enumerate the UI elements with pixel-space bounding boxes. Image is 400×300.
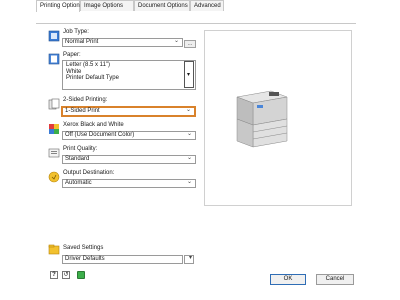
saved-settings-dropdown-button[interactable]: ▾	[184, 255, 194, 264]
help-icon[interactable]: ?	[50, 271, 58, 279]
output-destination-select[interactable]: Automatic ⌄	[62, 179, 196, 188]
chevron-down-icon: ⌄	[186, 155, 192, 161]
chevron-down-icon: ⌄	[186, 131, 192, 137]
ok-button[interactable]: OK	[270, 274, 306, 285]
two-sided-label: 2-Sided Printing:	[63, 97, 108, 103]
output-icon	[48, 171, 60, 183]
saved-settings-select[interactable]: Driver Defaults	[62, 255, 183, 264]
job-type-value: Normal Print	[65, 39, 99, 45]
saved-settings-icon	[48, 244, 60, 255]
job-type-more-button[interactable]: ...	[184, 40, 196, 48]
paper-dropdown-button[interactable]: ▾	[184, 61, 194, 88]
cancel-button[interactable]: Cancel	[316, 274, 354, 285]
print-quality-select[interactable]: Standard ⌄	[62, 155, 196, 164]
chevron-down-icon: ▾	[188, 255, 192, 261]
tab-advanced[interactable]: Advanced	[190, 0, 224, 11]
color-mode-select[interactable]: Off (Use Document Color) ⌄	[62, 131, 196, 140]
paper-type-text: Printer Default Type	[66, 75, 119, 81]
job-type-label: Job Type:	[63, 29, 89, 35]
print-quality-value: Standard	[65, 156, 90, 162]
two-sided-value: 1-Sided Print	[65, 108, 100, 114]
paper-summary-box[interactable]: Letter (8.5 x 11") White Printer Default…	[62, 60, 196, 90]
paper-label: Paper:	[63, 52, 81, 58]
color-icon	[49, 124, 59, 134]
saved-settings-label: Saved Settings	[63, 245, 104, 251]
two-sided-icon	[48, 98, 60, 110]
tab-panel-border	[36, 23, 356, 24]
tab-document-options[interactable]: Document Options	[134, 0, 190, 11]
job-type-select[interactable]: Normal Print ⌄	[62, 38, 183, 47]
printer-preview-panel	[204, 30, 352, 206]
printer-image	[236, 90, 288, 148]
paper-icon	[48, 53, 60, 65]
quality-icon	[48, 148, 60, 158]
tab-printing-options[interactable]: Printing Options	[36, 0, 83, 12]
job-type-icon	[48, 30, 60, 42]
output-destination-label: Output Destination:	[63, 170, 115, 176]
saved-settings-value: Driver Defaults	[65, 256, 105, 262]
reset-icon[interactable]: ↺	[62, 271, 70, 279]
chevron-down-icon: ⌄	[185, 107, 191, 113]
tab-image-options[interactable]: Image Options	[80, 0, 134, 11]
print-quality-label: Print Quality:	[63, 146, 98, 152]
chevron-down-icon: ▾	[187, 72, 191, 78]
two-sided-select[interactable]: 1-Sided Print ⌄	[61, 106, 196, 117]
chevron-down-icon: ⌄	[186, 179, 192, 185]
color-mode-value: Off (Use Document Color)	[65, 132, 135, 138]
chevron-down-icon: ⌄	[173, 38, 179, 44]
output-destination-value: Automatic	[65, 180, 92, 186]
status-icon[interactable]	[77, 271, 85, 279]
color-mode-label: Xerox Black and White	[63, 122, 124, 128]
